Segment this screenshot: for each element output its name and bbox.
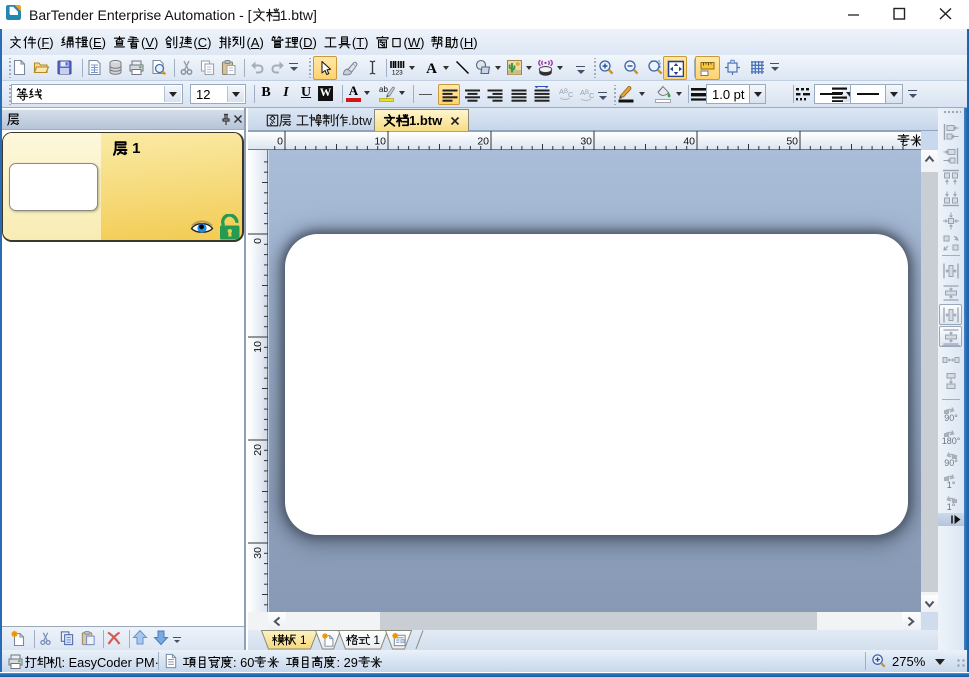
svg-text:50: 50 xyxy=(786,136,798,148)
svg-text:20: 20 xyxy=(252,444,264,456)
svg-text:0: 0 xyxy=(277,136,283,148)
svg-text:10: 10 xyxy=(374,136,386,148)
svg-text:C: C xyxy=(589,91,595,100)
svg-text:20: 20 xyxy=(477,136,489,148)
svg-text:ab: ab xyxy=(379,85,388,94)
svg-text:30: 30 xyxy=(580,136,592,148)
svg-text:40: 40 xyxy=(683,136,695,148)
svg-text:123: 123 xyxy=(392,70,403,77)
svg-text:10: 10 xyxy=(252,341,264,353)
svg-text:A: A xyxy=(426,61,437,76)
svg-text:C: C xyxy=(568,90,574,99)
svg-text:0: 0 xyxy=(252,238,264,244)
svg-text:30: 30 xyxy=(252,547,264,559)
